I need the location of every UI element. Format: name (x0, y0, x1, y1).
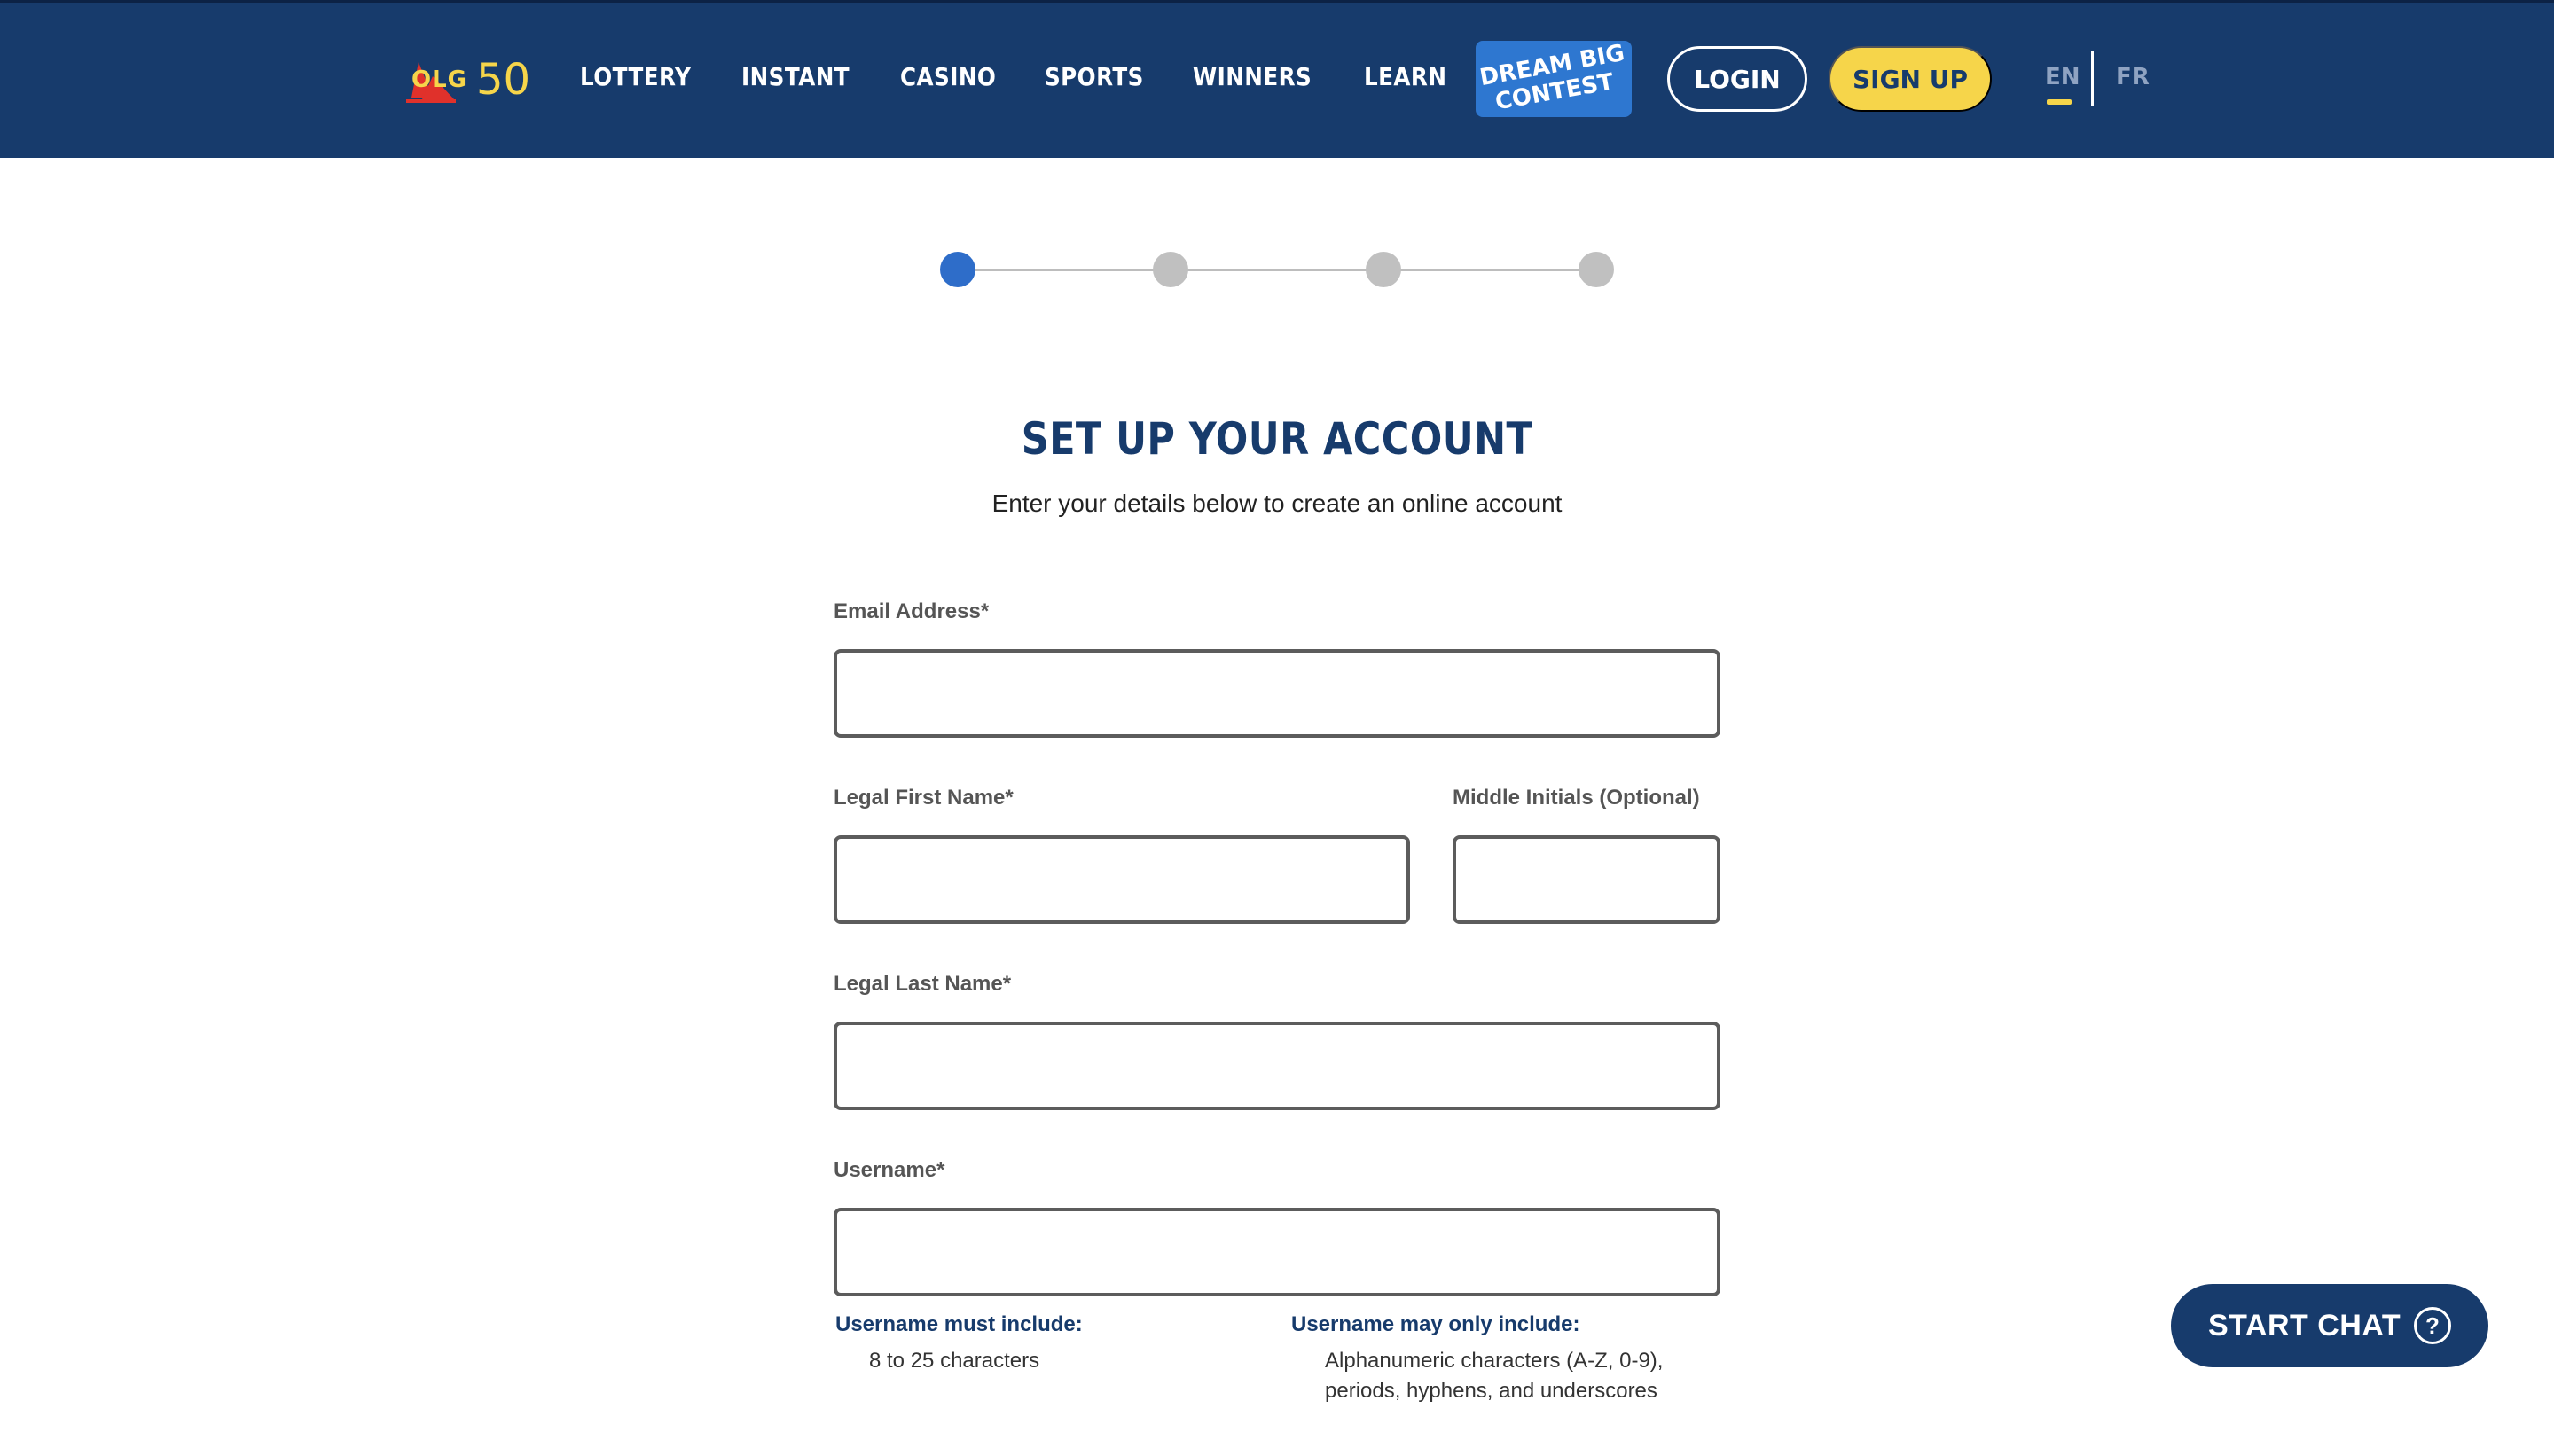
nav-sports[interactable]: SPORTS (1045, 62, 1144, 91)
question-icon: ? (2414, 1307, 2451, 1344)
page-title: SET UP YOUR ACCOUNT (1021, 413, 1533, 465)
progress-steps (940, 250, 1614, 289)
main-nav: LOTTERY INSTANT CASINO SPORTS WINNERS LE… (580, 62, 1493, 91)
last-name-input[interactable] (834, 1022, 1720, 1110)
username-may-line2: periods, hyphens, and underscores (1325, 1379, 1657, 1403)
lang-fr[interactable]: FR (2116, 64, 2150, 90)
start-chat-button[interactable]: START CHAT ? (2171, 1284, 2488, 1367)
username-may-title: Username may only include: (1291, 1312, 1580, 1336)
step-1-dot (940, 252, 975, 287)
sign-up-button[interactable]: SIGN UP (1829, 46, 1992, 112)
nav-learn[interactable]: LEARN (1364, 62, 1446, 91)
step-4-dot (1579, 252, 1614, 287)
username-must-text: 8 to 25 characters (869, 1349, 1040, 1373)
page-subtitle: Enter your details below to create an on… (991, 489, 1563, 517)
first-name-label: Legal First Name* (834, 786, 1014, 810)
lang-en-active-indicator (2047, 99, 2072, 105)
nav-winners[interactable]: WINNERS (1193, 62, 1312, 91)
username-must-title: Username must include: (835, 1312, 1083, 1336)
first-name-input[interactable] (834, 835, 1410, 924)
logo-anniversary: 50 (476, 55, 531, 105)
username-input[interactable] (834, 1208, 1720, 1296)
nav-casino[interactable]: CASINO (900, 62, 996, 91)
username-label: Username* (834, 1158, 945, 1182)
dream-big-text: DREAM BIG CONTEST (1478, 40, 1629, 115)
olg-logo[interactable]: OLG 50 (406, 53, 530, 106)
email-label: Email Address* (834, 599, 990, 623)
last-name-label: Legal Last Name* (834, 972, 1012, 996)
lang-divider (2091, 51, 2094, 106)
username-may-line1: Alphanumeric characters (A-Z, 0-9), (1325, 1349, 1664, 1373)
login-button[interactable]: LOGIN (1667, 46, 1807, 112)
dream-big-contest-button[interactable]: DREAM BIG CONTEST (1476, 40, 1632, 117)
step-3-dot (1366, 252, 1401, 287)
email-input[interactable] (834, 649, 1720, 738)
nav-lottery[interactable]: LOTTERY (580, 62, 691, 91)
middle-initials-input[interactable] (1453, 835, 1720, 924)
progress-line (958, 269, 1596, 271)
site-header: OLG 50 LOTTERY INSTANT CASINO SPORTS WIN… (0, 0, 2554, 158)
header-top-line (0, 0, 2554, 3)
middle-initials-label: Middle Initials (Optional) (1453, 786, 1700, 810)
start-chat-label: START CHAT (2208, 1308, 2401, 1342)
step-2-dot (1153, 252, 1188, 287)
nav-instant[interactable]: INSTANT (741, 62, 850, 91)
lang-en[interactable]: EN (2045, 64, 2080, 90)
logo-text: OLG (411, 67, 468, 93)
